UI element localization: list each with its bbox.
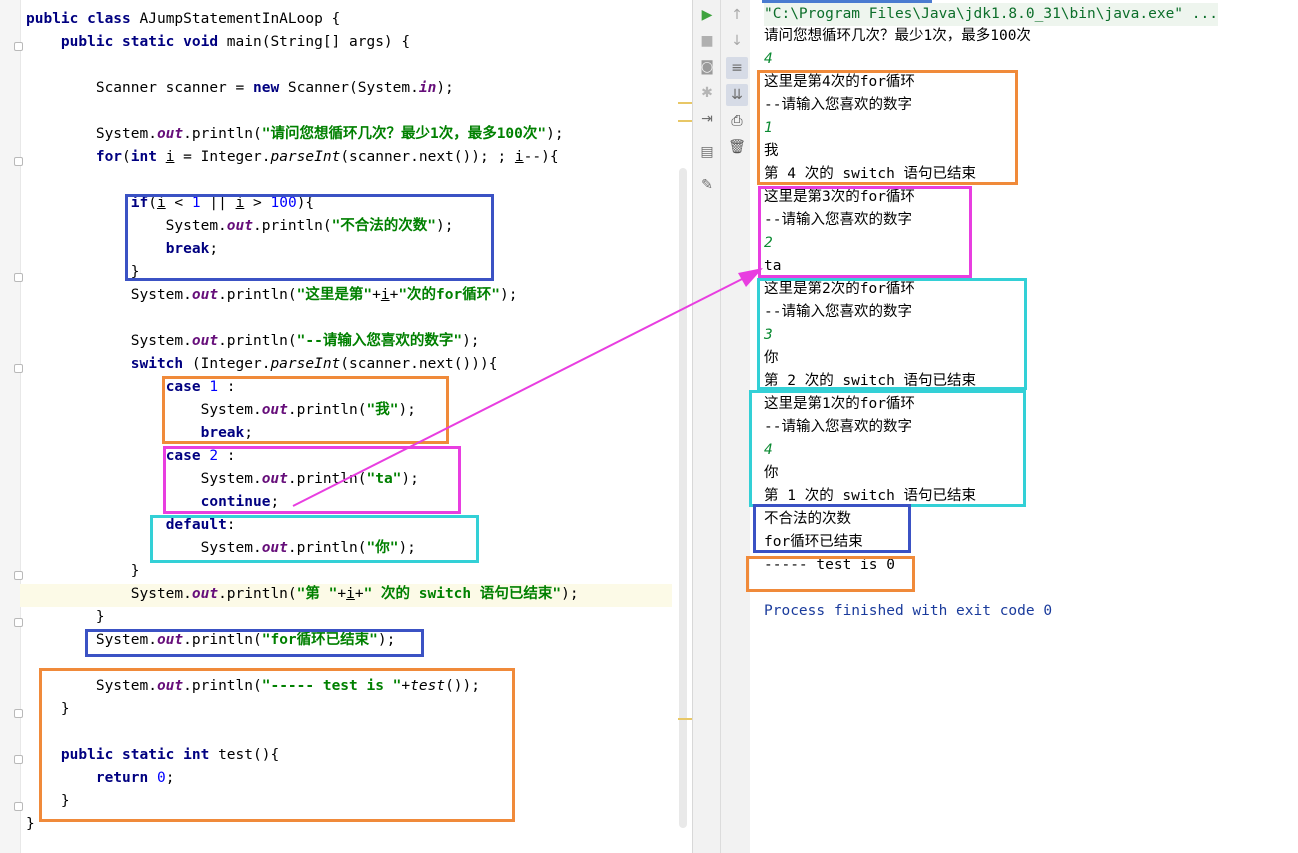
arrow-line <box>292 273 753 507</box>
continue-annotation-arrow <box>292 268 763 507</box>
arrow-head <box>738 268 763 287</box>
